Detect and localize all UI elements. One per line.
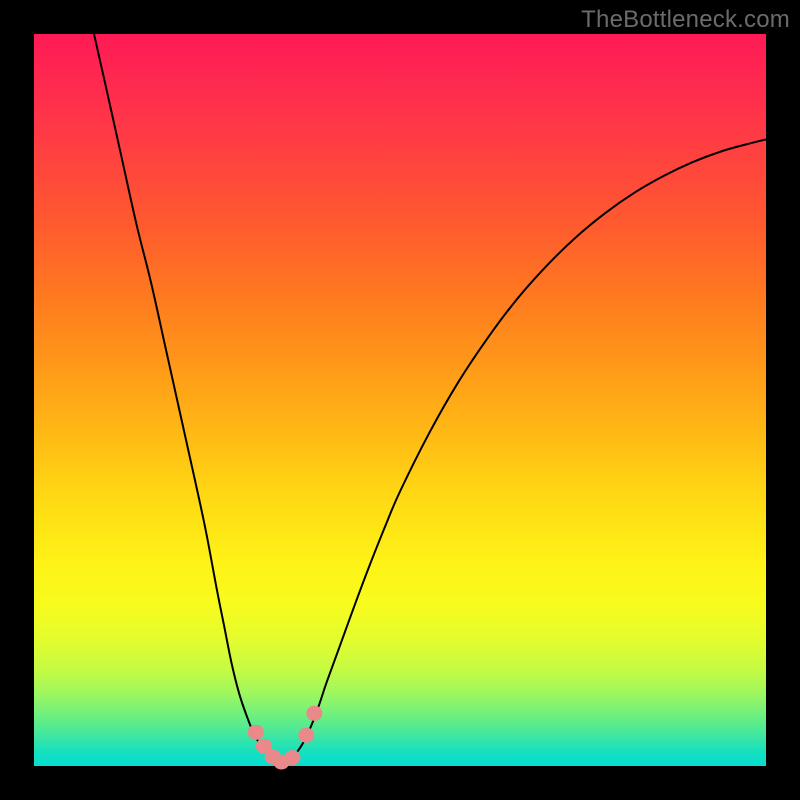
marker-6 <box>306 706 322 721</box>
chart-svg <box>34 34 766 766</box>
marker-4 <box>284 750 300 765</box>
chart-frame: TheBottleneck.com <box>0 0 800 800</box>
curve-right-branch <box>283 139 766 762</box>
marker-5 <box>298 728 314 743</box>
plot-area <box>34 34 766 766</box>
marker-0 <box>248 725 264 740</box>
curve-left-branch <box>94 34 283 762</box>
watermark-text: TheBottleneck.com <box>581 6 790 34</box>
